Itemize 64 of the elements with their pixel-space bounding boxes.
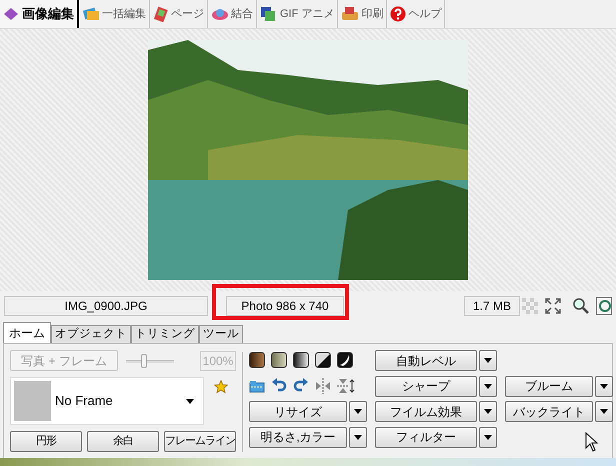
caret-icon bbox=[484, 434, 492, 440]
effect-button[interactable]: 自動レベル bbox=[375, 350, 477, 371]
toolbar-tab[interactable]: 画像編集 bbox=[0, 0, 79, 28]
toolbar-tab[interactable]: 結合 bbox=[208, 0, 257, 28]
toolbar-tab[interactable]: ヘルプ bbox=[387, 0, 446, 28]
printer-icon bbox=[341, 6, 360, 22]
effect-button[interactable]: リサイズ bbox=[249, 401, 347, 422]
star-icon[interactable] bbox=[214, 380, 228, 394]
dimensions-label: Photo 986 x 740 bbox=[226, 296, 344, 316]
panel-tab[interactable]: ツール bbox=[199, 325, 243, 343]
stacked-photos-icon bbox=[82, 6, 100, 22]
flip-vertical-icon[interactable] bbox=[337, 378, 355, 394]
contrast-icon[interactable] bbox=[315, 352, 331, 368]
frame-style-button[interactable]: 余白 bbox=[87, 431, 159, 452]
frame-style-button[interactable]: 円形 bbox=[10, 431, 82, 452]
caret-icon bbox=[600, 384, 608, 388]
panel-tab[interactable]: トリミング bbox=[131, 325, 199, 343]
mouse-cursor-icon bbox=[585, 432, 599, 452]
dropdown-button[interactable] bbox=[349, 426, 367, 448]
dropdown-arrow-icon bbox=[186, 398, 194, 404]
dropdown-button[interactable] bbox=[595, 401, 613, 422]
rotate-left-icon[interactable] bbox=[271, 378, 287, 394]
dropdown-button[interactable] bbox=[479, 401, 497, 422]
folder-icon[interactable] bbox=[249, 378, 265, 394]
frame-preview bbox=[14, 381, 51, 421]
olive-tone-icon[interactable] bbox=[271, 352, 287, 368]
file-size-label: 1.7 MB bbox=[464, 296, 520, 316]
effect-button[interactable]: シャープ bbox=[375, 376, 477, 396]
caret-icon bbox=[354, 434, 362, 440]
frame-style-button[interactable]: フレームライン bbox=[164, 431, 236, 452]
rotate-right-icon[interactable] bbox=[293, 378, 309, 394]
dropdown-button[interactable] bbox=[479, 350, 497, 371]
page-layout-icon bbox=[153, 6, 169, 22]
filename-label: IMG_0900.JPG bbox=[4, 296, 208, 316]
effect-button[interactable]: フィルター bbox=[375, 426, 477, 448]
zoom-fit-icon[interactable] bbox=[596, 296, 612, 314]
panel-tab[interactable]: ホーム bbox=[3, 322, 51, 343]
sepia-tone-icon[interactable] bbox=[249, 352, 265, 368]
dropdown-button[interactable] bbox=[349, 401, 367, 422]
help-icon bbox=[390, 6, 406, 22]
dropdown-button[interactable] bbox=[595, 376, 613, 396]
caret-icon bbox=[484, 358, 492, 363]
caret-icon bbox=[484, 384, 492, 388]
dropdown-button[interactable] bbox=[479, 376, 497, 396]
slider[interactable] bbox=[126, 352, 174, 368]
flip-horizontal-icon[interactable] bbox=[315, 378, 331, 394]
frame-dropdown[interactable]: No Frame bbox=[10, 377, 204, 425]
fit-screen-icon[interactable] bbox=[544, 296, 562, 314]
toolbar-tab[interactable]: GIF アニメ bbox=[257, 0, 338, 28]
effect-button[interactable]: フイルム効果 bbox=[375, 401, 477, 422]
invert-icon[interactable] bbox=[337, 352, 353, 368]
toolbar-tab[interactable]: 印刷 bbox=[338, 0, 388, 28]
effect-button[interactable]: バックライト bbox=[505, 401, 593, 422]
toolbar-tab[interactable]: ページ bbox=[150, 0, 208, 28]
panel-tab[interactable]: オブジェクト bbox=[51, 325, 131, 343]
caret-icon bbox=[354, 409, 362, 414]
dropdown-button[interactable] bbox=[479, 426, 497, 448]
effect-button[interactable]: ブルーム bbox=[505, 376, 593, 396]
grayscale-icon[interactable] bbox=[293, 352, 309, 368]
toolbar-tab[interactable]: 一括編集 bbox=[79, 0, 150, 28]
effect-button[interactable]: 明るさ,カラー bbox=[249, 426, 347, 448]
caret-icon bbox=[600, 409, 608, 414]
zoom-icon[interactable] bbox=[572, 296, 590, 314]
caret-icon bbox=[484, 409, 492, 414]
